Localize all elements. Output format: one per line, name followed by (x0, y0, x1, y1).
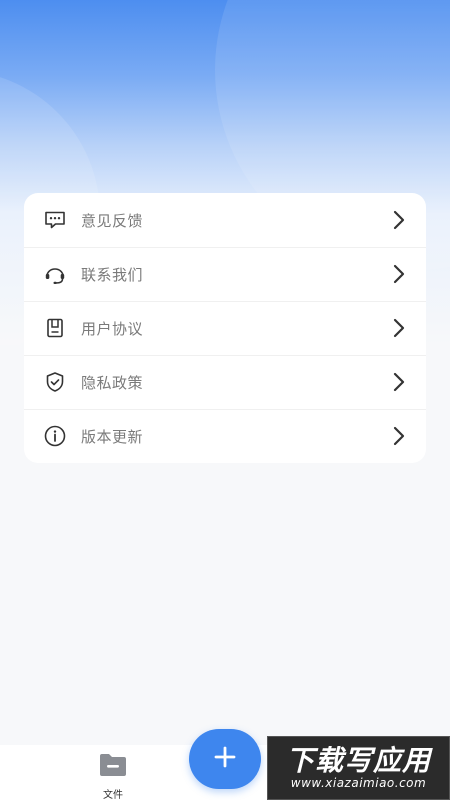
settings-menu-card: 意见反馈 联系我们 用户协议 隐私政策 版本更新 (24, 193, 426, 463)
menu-item-user-agreement[interactable]: 用户协议 (24, 301, 426, 355)
headset-icon (42, 261, 68, 287)
menu-item-label: 联系我们 (81, 265, 144, 284)
watermark-title: 下载写应用 (285, 744, 431, 777)
watermark-url: www.xiazaimiao.com (290, 776, 427, 790)
chevron-right-icon (390, 209, 408, 231)
menu-item-label: 意见反馈 (81, 211, 144, 230)
add-button[interactable] (189, 729, 261, 789)
menu-item-label: 隐私政策 (81, 373, 144, 392)
info-icon (42, 423, 68, 449)
tab-files-label: 文件 (103, 790, 123, 800)
menu-item-contact-us[interactable]: 联系我们 (24, 247, 426, 301)
menu-item-privacy-policy[interactable]: 隐私政策 (24, 355, 426, 409)
chevron-right-icon (390, 263, 408, 285)
chevron-right-icon (390, 425, 408, 447)
chevron-right-icon (390, 371, 408, 393)
menu-item-label: 用户协议 (81, 319, 144, 338)
chevron-right-icon (390, 317, 408, 339)
menu-item-version-update[interactable]: 版本更新 (24, 409, 426, 463)
menu-item-feedback[interactable]: 意见反馈 (24, 193, 426, 247)
watermark: 下载写应用 www.xiazaimiao.com (267, 736, 450, 800)
menu-item-label: 版本更新 (81, 427, 144, 446)
folder-minus-icon (98, 752, 128, 782)
plus-icon (213, 745, 237, 773)
document-icon (42, 315, 68, 341)
shield-check-icon (42, 369, 68, 395)
tab-files[interactable]: 文件 (90, 752, 136, 800)
feedback-chat-icon (42, 207, 68, 233)
